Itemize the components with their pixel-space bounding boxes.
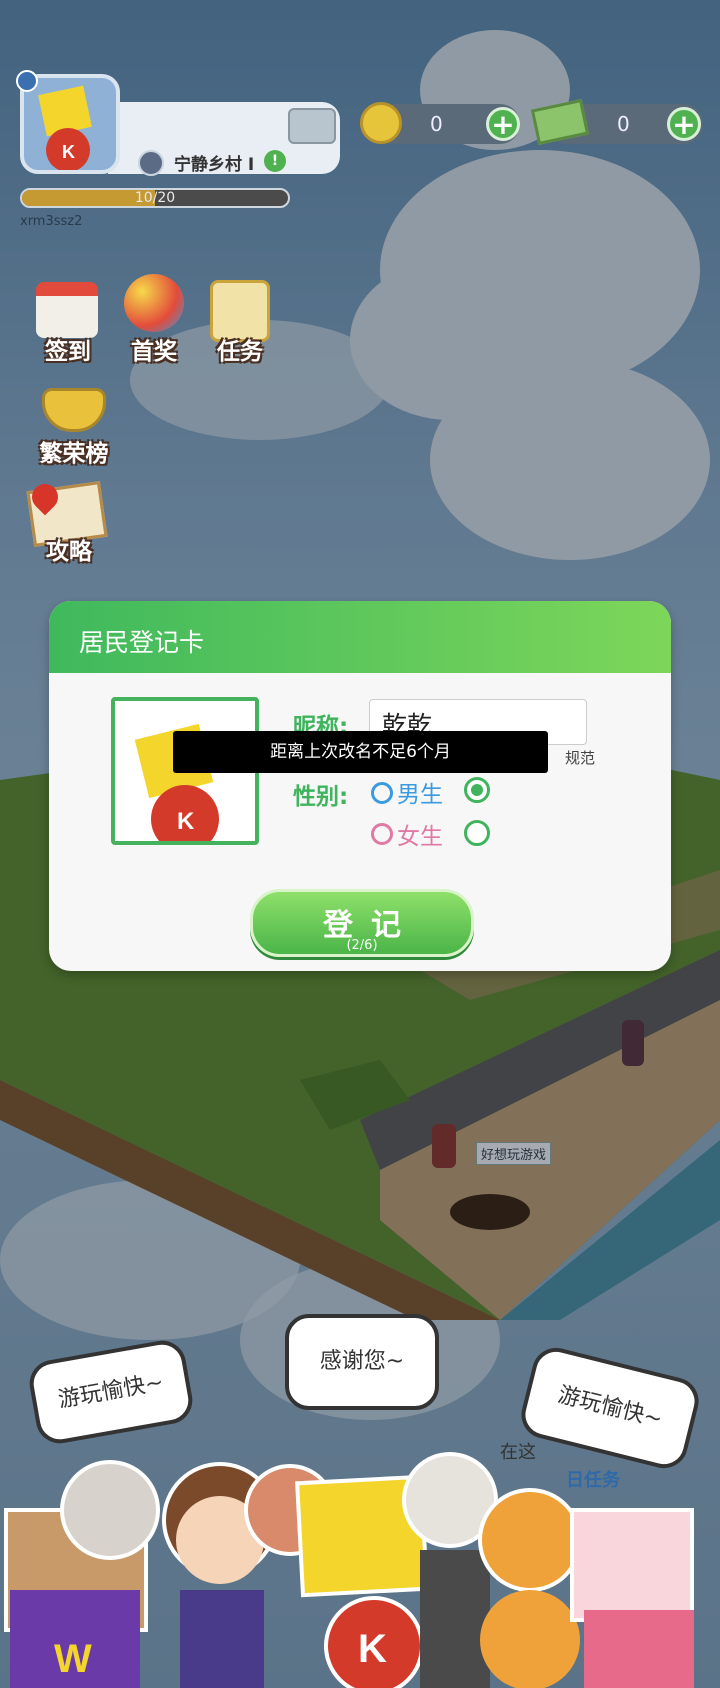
- male-icon: [371, 782, 393, 804]
- gender-male-label[interactable]: 男生: [397, 775, 443, 809]
- edit-avatar-icon[interactable]: [16, 70, 38, 92]
- guide-button[interactable]: 攻略: [24, 478, 114, 574]
- ranking-label: 繁荣榜: [39, 441, 109, 467]
- town-name-text: 宁静乡村: [174, 155, 242, 175]
- mascot-characters: W K: [4, 1452, 694, 1688]
- tasks-label: 任务: [217, 339, 263, 365]
- coin-amount: 0: [430, 112, 443, 136]
- gender-female-label[interactable]: 女生: [397, 817, 443, 851]
- first-prize-label: 首奖: [131, 339, 177, 365]
- rank-badge-icon: [138, 150, 164, 176]
- male-radio[interactable]: [464, 777, 490, 803]
- balloons-gift-icon: [124, 274, 184, 332]
- info-icon[interactable]: !: [264, 150, 286, 172]
- trophy-icon: [42, 388, 106, 432]
- svg-text:K: K: [177, 808, 195, 835]
- dialog-header: 居民登记卡: [49, 601, 671, 673]
- tasks-button[interactable]: 任务: [200, 278, 280, 368]
- sign-in-button[interactable]: 签到: [28, 280, 108, 370]
- coin-icon: [360, 102, 402, 144]
- calendar-heart-icon: [36, 282, 98, 338]
- female-icon: [371, 823, 393, 845]
- gender-label: 性别:: [293, 784, 349, 810]
- svg-text:W: W: [54, 1637, 92, 1681]
- username: xrm3ssz2: [20, 214, 83, 229]
- resident-registration-dialog: 居民登记卡 K 昵称: 乾乾 规范 性别: 男生 女生 登记 (2/6): [49, 601, 671, 971]
- town-name[interactable]: 宁静乡村 I: [174, 150, 254, 175]
- add-coin-button[interactable]: +: [486, 107, 520, 141]
- rank-wings-icon[interactable]: [288, 108, 336, 144]
- dialog-title: 居民登记卡: [79, 628, 205, 657]
- male-radio-selected: [471, 784, 483, 796]
- add-cash-button[interactable]: +: [667, 107, 701, 141]
- sign-in-label: 签到: [45, 339, 91, 365]
- nickname-hint: 规范: [565, 749, 596, 767]
- female-radio[interactable]: [464, 820, 490, 846]
- speech-bubble-center: 感谢您~: [285, 1314, 439, 1410]
- town-level: I: [247, 155, 255, 175]
- register-count: (2/6): [346, 938, 378, 953]
- guide-label: 攻略: [46, 539, 92, 565]
- svg-text:K: K: [358, 1627, 387, 1671]
- first-prize-button[interactable]: 首奖: [114, 272, 194, 365]
- cash-amount: 0: [617, 112, 630, 136]
- rename-toast: 距离上次改名不足6个月: [173, 731, 548, 773]
- svg-text:K: K: [62, 142, 75, 162]
- xp-text: 10/20: [134, 190, 176, 206]
- ranking-button[interactable]: 繁荣榜: [24, 386, 124, 476]
- register-button[interactable]: 登记 (2/6): [250, 889, 474, 957]
- player-avatar[interactable]: K: [20, 74, 120, 174]
- xp-bar: 10/20: [20, 188, 290, 208]
- k-mascot-icon: K: [38, 85, 92, 172]
